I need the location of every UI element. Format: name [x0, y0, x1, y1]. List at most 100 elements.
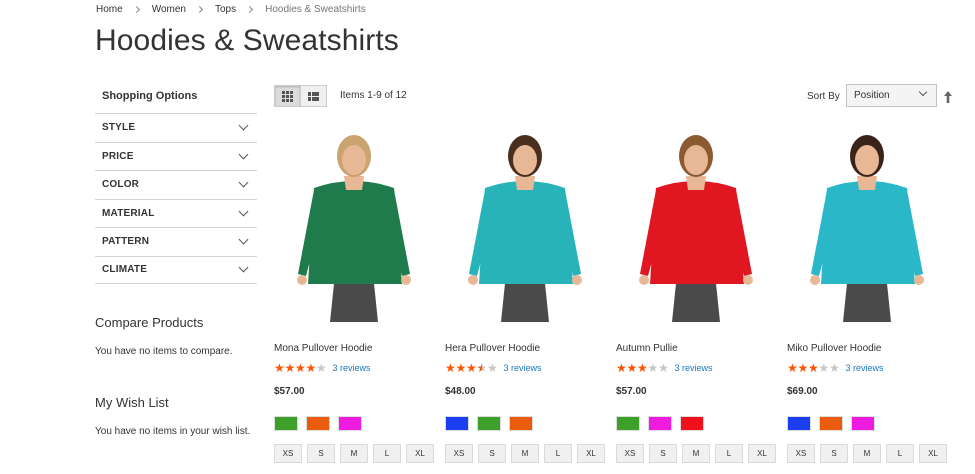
- rating-stars: ★ ★ ★ ★ ★: [274, 362, 327, 374]
- color-swatches: [445, 416, 541, 431]
- chevron-down-icon: [238, 177, 249, 188]
- size-swatch[interactable]: L: [715, 444, 743, 463]
- product-item: Mona Pullover Hoodie ★ ★ ★ ★ ★ 3 reviews $57.00…: [274, 124, 434, 463]
- color-swatches: [616, 416, 712, 431]
- size-swatch[interactable]: M: [340, 444, 368, 463]
- star-icon: ★: [647, 361, 659, 375]
- product-rating: ★ ★ ★ ★ ★ 3 reviews: [274, 362, 371, 374]
- view-mode-switcher: [274, 85, 327, 107]
- size-swatch[interactable]: M: [853, 444, 881, 463]
- chevron-down-icon: [918, 87, 928, 97]
- sort-by-select[interactable]: Position: [846, 84, 937, 107]
- filter-list: STYLE PRICE COLOR MATERIAL PATTERN CLIMA…: [95, 113, 257, 284]
- reviews-link[interactable]: 3 reviews: [846, 363, 884, 373]
- breadcrumb-tops[interactable]: Tops: [215, 4, 236, 15]
- size-swatch[interactable]: S: [820, 444, 848, 463]
- product-image[interactable]: [616, 124, 776, 334]
- size-swatch[interactable]: M: [682, 444, 710, 463]
- grid-icon: [282, 90, 293, 102]
- compare-products-title: Compare Products: [95, 315, 204, 330]
- star-icon: ★: [305, 361, 317, 375]
- size-swatch[interactable]: S: [307, 444, 335, 463]
- filter-price[interactable]: PRICE: [95, 141, 257, 171]
- star-icon: ★: [316, 361, 327, 375]
- size-swatch[interactable]: XL: [577, 444, 605, 463]
- filter-label: PRICE: [102, 150, 134, 162]
- grid-view-button[interactable]: [274, 85, 301, 107]
- size-swatch[interactable]: S: [649, 444, 677, 463]
- size-swatch[interactable]: XL: [748, 444, 776, 463]
- product-name-link[interactable]: Hera Pullover Hoodie: [445, 343, 540, 354]
- color-swatch[interactable]: [648, 416, 672, 431]
- filter-label: STYLE: [102, 122, 136, 134]
- color-swatch[interactable]: [851, 416, 875, 431]
- color-swatch[interactable]: [680, 416, 704, 431]
- color-swatch[interactable]: [787, 416, 811, 431]
- filter-color[interactable]: COLOR: [95, 170, 257, 199]
- reviews-link[interactable]: 3 reviews: [504, 363, 542, 373]
- breadcrumb: Home Women Tops Hoodies & Sweatshirts: [96, 4, 366, 15]
- reviews-link[interactable]: 3 reviews: [675, 363, 713, 373]
- rating-stars: ★ ★ ★ ★ ★: [445, 362, 498, 374]
- product-price: $57.00: [274, 386, 305, 397]
- reviews-link[interactable]: 3 reviews: [333, 363, 371, 373]
- size-swatch[interactable]: XS: [445, 444, 473, 463]
- filter-label: COLOR: [102, 179, 140, 191]
- compare-empty-text: You have no items to compare.: [95, 346, 233, 357]
- size-swatch[interactable]: XS: [274, 444, 302, 463]
- toolbar-amount: Items 1-9 of 12: [340, 90, 407, 101]
- size-swatches: XS S M L XL: [787, 444, 952, 463]
- star-icon: ★: [274, 361, 285, 375]
- size-swatch[interactable]: L: [886, 444, 914, 463]
- color-swatches: [274, 416, 370, 431]
- filter-style[interactable]: STYLE: [95, 113, 257, 142]
- size-swatch[interactable]: XS: [787, 444, 815, 463]
- size-swatch[interactable]: S: [478, 444, 506, 463]
- size-swatch[interactable]: L: [544, 444, 572, 463]
- wishlist-empty-text: You have no items in your wish list.: [95, 426, 251, 437]
- color-swatch[interactable]: [306, 416, 330, 431]
- filter-label: CLIMATE: [102, 264, 148, 276]
- filter-material[interactable]: MATERIAL: [95, 198, 257, 228]
- product-name-link[interactable]: Mona Pullover Hoodie: [274, 343, 372, 354]
- size-swatch[interactable]: M: [511, 444, 539, 463]
- star-icon: ★: [455, 361, 467, 375]
- color-swatch[interactable]: [819, 416, 843, 431]
- color-swatch[interactable]: [274, 416, 298, 431]
- chevron-right-icon: [195, 5, 204, 14]
- chevron-right-icon: [246, 5, 254, 14]
- star-icon: ★: [476, 361, 488, 375]
- star-icon: ★: [626, 361, 638, 375]
- size-swatches: XS S M L XL: [445, 444, 610, 463]
- chevron-down-icon: [238, 120, 249, 131]
- color-swatch[interactable]: [338, 416, 362, 431]
- color-swatch[interactable]: [477, 416, 501, 431]
- size-swatch[interactable]: XS: [616, 444, 644, 463]
- product-name-link[interactable]: Miko Pullover Hoodie: [787, 343, 882, 354]
- arrow-up-icon[interactable]: [943, 90, 953, 104]
- star-icon: ★: [466, 361, 477, 375]
- chevron-down-icon: [238, 206, 249, 217]
- size-swatches: XS S M L XL: [274, 444, 439, 463]
- list-view-button[interactable]: [300, 85, 327, 107]
- product-image[interactable]: [274, 124, 434, 334]
- star-icon: ★: [487, 361, 498, 375]
- size-swatch[interactable]: XL: [406, 444, 434, 463]
- product-image[interactable]: [445, 124, 605, 334]
- size-swatch[interactable]: XL: [919, 444, 947, 463]
- breadcrumb-current: Hoodies & Sweatshirts: [265, 4, 366, 15]
- product-name-link[interactable]: Autumn Pullie: [616, 343, 678, 354]
- size-swatch[interactable]: L: [373, 444, 401, 463]
- breadcrumb-women[interactable]: Women: [152, 4, 186, 15]
- chevron-down-icon: [238, 234, 249, 245]
- product-price: $69.00: [787, 386, 818, 397]
- color-swatch[interactable]: [616, 416, 640, 431]
- filter-climate[interactable]: CLIMATE: [95, 255, 257, 284]
- color-swatch[interactable]: [445, 416, 469, 431]
- product-image[interactable]: [787, 124, 947, 334]
- filter-pattern[interactable]: PATTERN: [95, 227, 257, 256]
- breadcrumb-home[interactable]: Home: [96, 4, 123, 15]
- color-swatch[interactable]: [509, 416, 533, 431]
- star-icon: ★: [818, 361, 830, 375]
- list-icon: [308, 91, 319, 101]
